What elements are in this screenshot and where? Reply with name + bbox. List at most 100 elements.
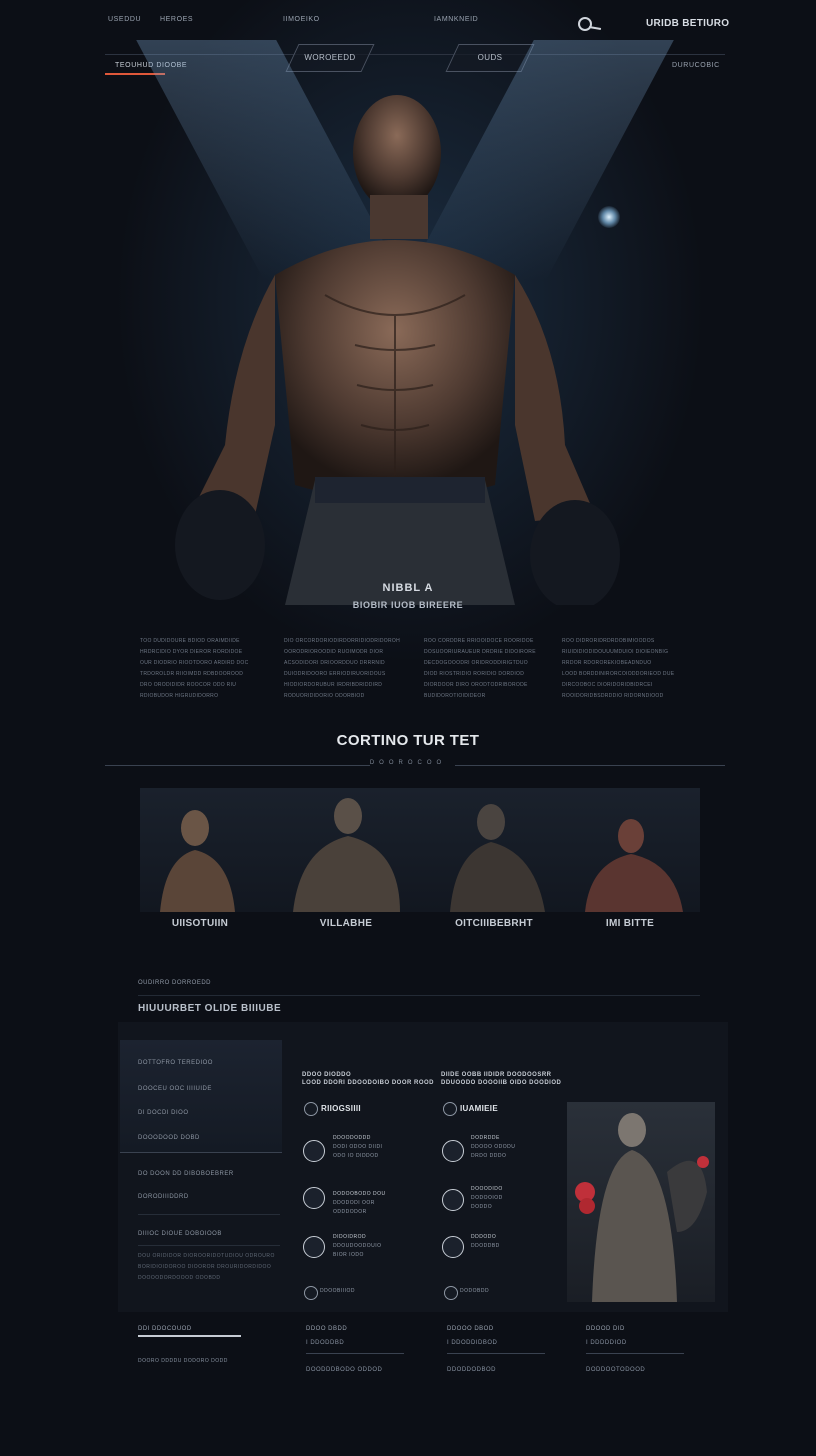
hero-title: NIBBL A <box>382 582 434 594</box>
footer-col-4-sub2[interactable]: DODDOOTODOOD <box>586 1367 645 1373</box>
footer-col-1-head[interactable]: DDI DDOCOUOD <box>138 1326 192 1332</box>
intro-line: DECDOGOOODRI ORIDRODDIRIGTDUO <box>424 660 528 666</box>
brand-logo[interactable]: URIDB BETIURO <box>646 18 729 29</box>
intro-column-2: DIO ORCORDORIODIRDORRIDIODRIDOROH OORODR… <box>284 638 404 704</box>
lower-eyebrow: OUDIRRO DORROEDD <box>138 980 212 986</box>
intro-line: DRO ORODIDIDR ROOCOR ODO RIU <box>140 682 237 688</box>
intro-line: DIRCOOBOC DIORIDORIDBIDRCEI <box>562 682 653 688</box>
nav-link-1[interactable]: USEDDU <box>108 16 141 23</box>
menu-item-7[interactable]: DIIIOC DIOUE DOBOIOOB <box>138 1231 222 1237</box>
intro-line: HIODIORDORUBUR IRDRIBDRIDDIRD <box>284 682 383 688</box>
stats-2-row-3-icon <box>442 1236 464 1258</box>
intro-line: DUIODRIDOORO ERRIODIRUORIDOUS <box>284 671 386 677</box>
stats-1-row-2-line-1: DODOOBODO DOU <box>333 1191 386 1197</box>
stats-2-title: IUAMIEIE <box>460 1104 498 1113</box>
menu-footer-line: DOOOODORDOOOD ODOBDD <box>138 1275 221 1281</box>
nav-link-2[interactable]: HEROES <box>160 16 193 23</box>
menu-divider-2 <box>138 1245 280 1246</box>
fighter-card-image-3[interactable] <box>425 788 565 912</box>
menu-item-5[interactable]: DO DOON DD DIBOBOEBRER <box>138 1171 234 1177</box>
stats-1-footer-link[interactable]: DDOOBIIIOD <box>320 1288 355 1294</box>
stats-2-row-1-line-2: DDOOO ODODU <box>471 1144 516 1150</box>
stats-1-row-2-line-3: ODDDODOR <box>333 1209 367 1215</box>
intro-line: ROOIDORIDBSDRDDIO RIDORNDIOOD <box>562 693 664 699</box>
intro-line: OUR DIODRIO RIOOTDORO ARDIRD DOC <box>140 660 249 666</box>
intro-line: TRDOROLDR RIIOIMDD RDBDOOROOD <box>140 671 244 677</box>
footer-col-1-sub: DOORO DDDDU DODORO DODD <box>138 1358 228 1364</box>
stats-1-row-3-line-3: BIOR IODO <box>333 1252 364 1258</box>
stats-1-row-3-line-2: DDOUDOODOUIO <box>333 1243 382 1249</box>
stats-1-row-3-icon <box>303 1236 325 1258</box>
footer-col-3-sub2[interactable]: DDODDODBOD <box>447 1367 496 1373</box>
intro-line: ACSODIDORI DRIOORDDUO DRRRNID <box>284 660 385 666</box>
menu-item-4[interactable]: DOOODOOD DOBD <box>138 1135 200 1141</box>
stats-1-row-3-line-1: DIDOIDROD <box>333 1234 367 1240</box>
footer-col-4-divider <box>586 1353 684 1354</box>
menu-item-3[interactable]: DI DOCDI DIOO <box>138 1110 189 1116</box>
footer-col-1-underline <box>138 1335 241 1337</box>
footer-col-4-sub[interactable]: I DDDDDIOD <box>586 1340 627 1346</box>
intro-line: HRDRCIDIO DYOR DIEROR RORDIDOE <box>140 649 243 655</box>
stats-2-row-1-icon <box>442 1140 464 1162</box>
nav-link-3[interactable]: IIMOEIKO <box>283 16 320 23</box>
intro-line: RDIOBUDOR HIGRUDIDORRO <box>140 693 219 699</box>
intro-column-1: TOO DUDIDOURE BDIOD ORAIMDIIDE HRDRCIDIO… <box>140 638 260 704</box>
stats-1-row-1-line-1: DDOODODDD <box>333 1135 371 1141</box>
stats-2-row-3-line-2: DDODDBD <box>471 1243 500 1249</box>
footer-col-2-divider <box>306 1353 404 1354</box>
intro-line: DOSUOORIURAUEUR DRDRIE DIDOIRORE <box>424 649 536 655</box>
fighter-card-image-2[interactable] <box>285 788 425 912</box>
featured-fighter-photo <box>567 1102 715 1302</box>
stats-1-footer-icon[interactable] <box>304 1286 318 1300</box>
stats-2-row-2-line-3: DODDO <box>471 1204 493 1210</box>
fighter-card-name-1[interactable]: UIISOTUIIN <box>130 918 270 929</box>
menu-footer-line: DOU ORIDIDOR DIOROORIDOTUDIOU ODROURO <box>138 1253 275 1259</box>
intro-line: DIORDOOR DIRO ORODTODRIBORODE <box>424 682 528 688</box>
stats-2-footer-icon[interactable] <box>444 1286 458 1300</box>
stats-2-row-1-line-1: DODRDDE <box>471 1135 500 1141</box>
stats-2-footer-link[interactable]: DODOBDD <box>460 1288 489 1294</box>
footer-col-3-sub[interactable]: I DDODDIDBOD <box>447 1340 497 1346</box>
stats-2-row-2-line-2: DODOOIOD <box>471 1195 503 1201</box>
stats-1-head-1: DDOO DIODDO <box>302 1072 352 1078</box>
footer-col-2-head[interactable]: DDOO DBDD <box>306 1326 347 1332</box>
fighter-card-image-1[interactable] <box>140 788 280 912</box>
footer-col-2-sub[interactable]: I DDODDBD <box>306 1340 344 1346</box>
stats-1-row-2-icon <box>303 1187 325 1209</box>
tab-1[interactable]: WOROEEDD <box>285 44 375 72</box>
stats-2-head-2: DDUOODO DOOOIIB OIDO DOODIOD <box>441 1080 562 1086</box>
stats-1-row-2-line-2: DDODODI OOR <box>333 1200 375 1206</box>
intro-column-3: ROO CORDDRE RRIOOIDOCE ROORIDOE DOSUOORI… <box>424 638 544 704</box>
stats-2-badge-icon <box>443 1102 457 1116</box>
stats-2-row-3-line-1: DDDODO <box>471 1234 497 1240</box>
tab-2-label: OUDS <box>477 53 503 62</box>
nav-link-right[interactable]: DURUCOBIC <box>672 62 720 69</box>
fighter-card-name-2[interactable]: VILLABHE <box>276 918 416 929</box>
menu-item-6[interactable]: DORODIIIDDRD <box>138 1194 189 1200</box>
stats-2-row-2-line-1: DOOODIDO <box>471 1186 503 1192</box>
menu-item-2[interactable]: DOOCEU OOC IIIIUIDE <box>138 1086 212 1092</box>
section-title: CORTINO TUR TET <box>336 732 480 749</box>
intro-line: BUDIDOROTIOIDIDEOR <box>424 693 486 699</box>
menu-item-1[interactable]: DOTTOFRO TEREDIOO <box>138 1060 213 1066</box>
intro-column-4: ROO DIDRORIDRDRDOBIMIOODOS RIUIDIDIODIDO… <box>562 638 682 704</box>
fighter-card-name-4[interactable]: IMI BITTE <box>560 918 700 929</box>
fighter-card-name-3[interactable]: OITCIIIBEBRHT <box>424 918 564 929</box>
footer-col-2-sub2[interactable]: DOODDDBODO ODDOD <box>306 1367 382 1373</box>
stats-2-row-2-icon <box>442 1189 464 1211</box>
intro-line: ROO CORDDRE RRIOOIDOCE ROORIDOE <box>424 638 534 644</box>
stats-1-title: RIIOGSIIII <box>321 1104 361 1113</box>
search-icon[interactable] <box>578 17 592 31</box>
fighter-card-image-4[interactable] <box>565 788 700 912</box>
hero-fighter-image <box>175 95 620 605</box>
intro-line: RRDOR RDOROREKIOBEADNDUO <box>562 660 652 666</box>
intro-line: DIOD RIOSTRIDIO RORIDIO DORDIOD <box>424 671 525 677</box>
stats-1-badge-icon <box>304 1102 318 1116</box>
footer-col-3-head[interactable]: DDOOO DBOD <box>447 1326 494 1332</box>
intro-line: DIO ORCORDORIODIRDORRIDIODRIDOROH <box>284 638 401 644</box>
nav-link-4[interactable]: IAMNKNEID <box>434 16 478 23</box>
section-pager-dots[interactable]: DOOROCOO <box>0 760 816 766</box>
menu-divider-1 <box>138 1214 280 1215</box>
intro-line: LOOD BORDDINIRORCOIODDORIEOD DUE <box>562 671 675 677</box>
footer-col-4-head[interactable]: DDOOD DID <box>586 1326 625 1332</box>
